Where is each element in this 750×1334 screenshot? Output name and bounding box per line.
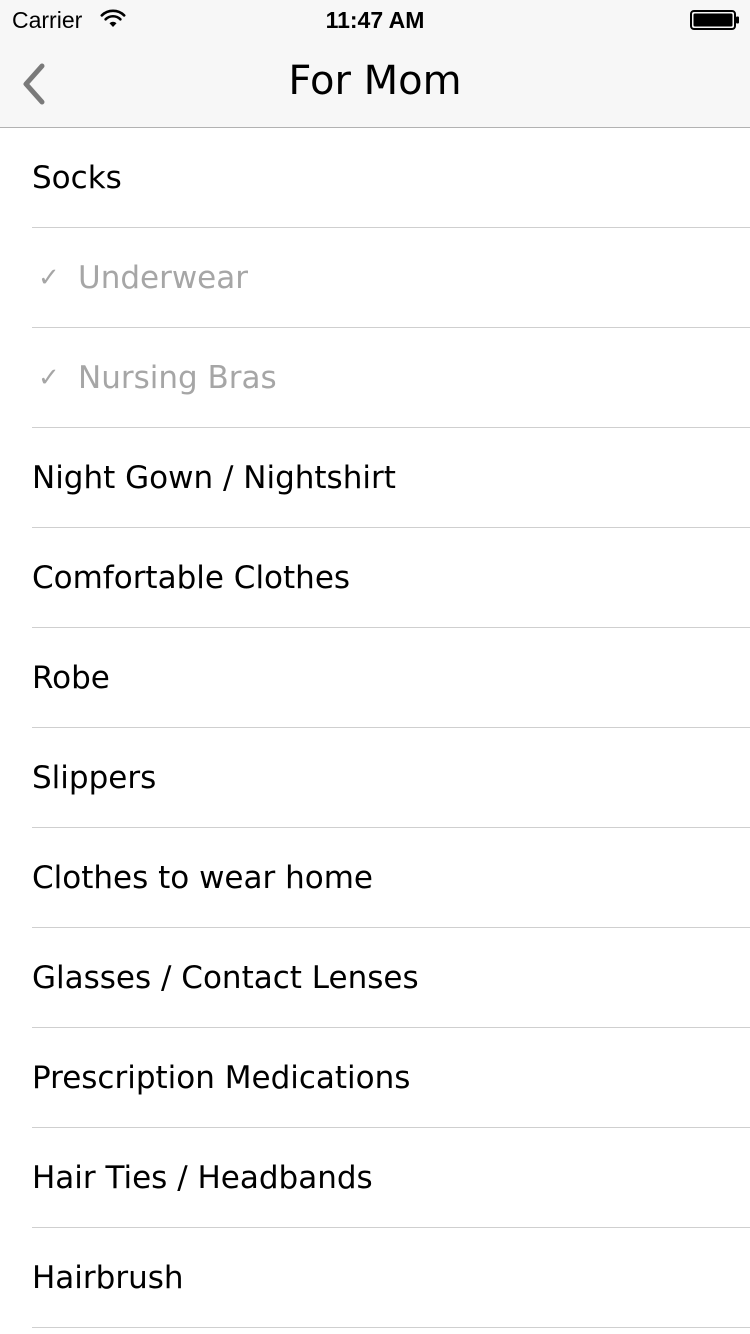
list-item-label: Underwear xyxy=(78,260,249,296)
list-item-label: Socks xyxy=(32,160,122,196)
list-item[interactable]: Socks xyxy=(0,128,750,228)
navigation-bar: For Mom xyxy=(0,40,750,128)
list-item-label: Nursing Bras xyxy=(78,360,277,396)
list-item[interactable]: Glasses / Contact Lenses xyxy=(0,928,750,1028)
status-bar: Carrier 11:47 AM xyxy=(0,0,750,40)
list-item[interactable]: Slippers xyxy=(0,728,750,828)
list-item-label: Clothes to wear home xyxy=(32,860,373,896)
status-time: 11:47 AM xyxy=(325,7,425,33)
list-item-label: Hair Ties / Headbands xyxy=(32,1160,373,1196)
list-item[interactable]: Hair Ties / Headbands xyxy=(0,1128,750,1228)
screen: Carrier 11:47 AM For Mom Socks ✓ Underwear… xyxy=(0,0,750,1334)
list-item-label: Robe xyxy=(32,660,110,696)
list-item[interactable]: Prescription Medications xyxy=(0,1028,750,1128)
checkmark-icon: ✓ xyxy=(38,263,60,293)
checkmark-icon: ✓ xyxy=(38,363,60,393)
page-title: For Mom xyxy=(288,58,462,104)
list-item[interactable]: ✓ Underwear xyxy=(0,228,750,328)
list-item-label: Prescription Medications xyxy=(32,1060,411,1096)
list-item-label: Glasses / Contact Lenses xyxy=(32,960,419,996)
list-item[interactable]: Robe xyxy=(0,628,750,728)
list-item-label: Hairbrush xyxy=(32,1260,184,1296)
list-item-label: Night Gown / Nightshirt xyxy=(32,460,396,496)
list-item[interactable]: ✓ Nursing Bras xyxy=(0,328,750,428)
battery-icon xyxy=(690,10,739,30)
list-item-label: Comfortable Clothes xyxy=(32,560,351,596)
list-item-label: Slippers xyxy=(32,760,157,796)
list-item[interactable]: Clothes to wear home xyxy=(0,828,750,928)
list-item[interactable]: Night Gown / Nightshirt xyxy=(0,428,750,528)
checklist: Socks ✓ Underwear ✓ Nursing Bras Night Gown /… xyxy=(0,128,750,1328)
list-item[interactable]: Comfortable Clothes xyxy=(0,528,750,628)
list-item[interactable]: Hairbrush xyxy=(0,1228,750,1328)
